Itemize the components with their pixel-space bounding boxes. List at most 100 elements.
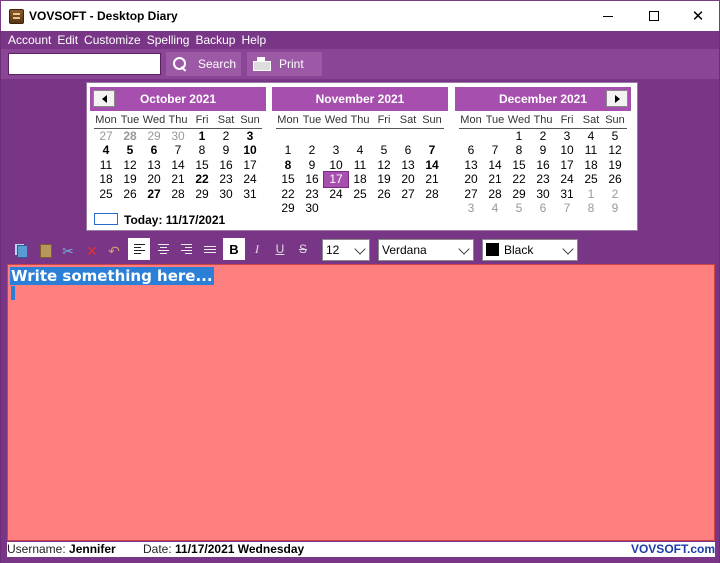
calendar-day[interactable]: 5: [372, 143, 396, 157]
calendar-day[interactable]: 16: [214, 158, 238, 172]
calendar-day[interactable]: 6: [459, 143, 483, 157]
calendar-day[interactable]: 24: [324, 187, 348, 201]
calendar-day[interactable]: 22: [507, 172, 531, 186]
calendar-day[interactable]: 5: [507, 201, 531, 215]
menu-edit[interactable]: Edit: [54, 33, 81, 49]
calendar-day[interactable]: 6: [531, 201, 555, 215]
calendar-day[interactable]: 30: [531, 187, 555, 201]
calendar-day[interactable]: 9: [300, 158, 324, 172]
calendar-day[interactable]: 10: [238, 143, 262, 157]
calendar-day[interactable]: 13: [396, 158, 420, 172]
calendar-day[interactable]: 29: [276, 201, 300, 215]
calendar-day[interactable]: 7: [166, 143, 190, 157]
search-input[interactable]: [8, 53, 161, 75]
close-button[interactable]: ✕: [675, 1, 720, 31]
calendar-day[interactable]: 23: [531, 172, 555, 186]
calendar-day[interactable]: 4: [483, 201, 507, 215]
calendar-day[interactable]: 7: [555, 201, 579, 215]
calendar-day[interactable]: 14: [166, 158, 190, 172]
search-button[interactable]: Search: [166, 52, 241, 76]
calendar-day[interactable]: 30: [214, 187, 238, 201]
calendar-day[interactable]: 31: [238, 187, 262, 201]
calendar-day[interactable]: 25: [579, 172, 603, 186]
calendar-day[interactable]: 11: [94, 158, 118, 172]
calendar-day[interactable]: 19: [118, 172, 142, 186]
vovsoft-link[interactable]: VOVSOFT.com: [631, 542, 715, 557]
calendar-day[interactable]: 8: [276, 158, 300, 172]
font-size-select[interactable]: 12: [322, 239, 370, 261]
calendar-day[interactable]: 29: [507, 187, 531, 201]
calendar-day[interactable]: 22: [190, 172, 214, 186]
align-left-button[interactable]: [128, 238, 150, 260]
calendar-day[interactable]: 4: [94, 143, 118, 157]
calendar-day[interactable]: 14: [420, 158, 444, 172]
calendar-day[interactable]: 3: [324, 143, 348, 157]
calendar-day[interactable]: 2: [603, 187, 627, 201]
bullet-list-button[interactable]: [199, 238, 221, 260]
calendar-day[interactable]: 10: [324, 158, 348, 172]
minimize-button[interactable]: [585, 1, 631, 31]
calendar-day[interactable]: 4: [348, 143, 372, 157]
next-month-button[interactable]: [606, 90, 628, 107]
calendar-day[interactable]: 3: [238, 129, 262, 143]
calendar-day[interactable]: 18: [348, 172, 372, 186]
calendar-day[interactable]: 8: [190, 143, 214, 157]
copy-icon[interactable]: [13, 242, 31, 260]
calendar-day[interactable]: 25: [94, 187, 118, 201]
calendar-day[interactable]: 6: [396, 143, 420, 157]
diary-editor[interactable]: Write something here...: [7, 264, 715, 541]
calendar-day[interactable]: 29: [142, 129, 166, 143]
calendar-day[interactable]: 19: [372, 172, 396, 186]
calendar-day[interactable]: 28: [483, 187, 507, 201]
calendar-day[interactable]: 21: [166, 172, 190, 186]
calendar-day[interactable]: 27: [142, 187, 166, 201]
today-link[interactable]: Today: 11/17/2021: [124, 213, 225, 227]
delete-button[interactable]: ✕: [83, 242, 101, 260]
calendar-day[interactable]: 15: [507, 158, 531, 172]
calendar-day[interactable]: 6: [142, 143, 166, 157]
calendar-day[interactable]: 27: [94, 129, 118, 143]
calendar-day[interactable]: 27: [396, 187, 420, 201]
maximize-button[interactable]: [631, 1, 677, 31]
menu-backup[interactable]: Backup: [192, 33, 238, 49]
calendar-day[interactable]: 16: [531, 158, 555, 172]
calendar-day[interactable]: 14: [483, 158, 507, 172]
calendar-day[interactable]: 27: [459, 187, 483, 201]
calendar-day[interactable]: 26: [372, 187, 396, 201]
calendar-day[interactable]: 4: [579, 129, 603, 143]
calendar-day[interactable]: 11: [579, 143, 603, 157]
align-right-button[interactable]: [175, 238, 197, 260]
italic-button[interactable]: I: [246, 238, 268, 260]
calendar-day[interactable]: 28: [166, 187, 190, 201]
calendar-day[interactable]: 7: [483, 143, 507, 157]
calendar-day[interactable]: 22: [276, 187, 300, 201]
calendar-day[interactable]: 13: [459, 158, 483, 172]
calendar-day[interactable]: 12: [603, 143, 627, 157]
calendar-day[interactable]: 3: [555, 129, 579, 143]
calendar-day[interactable]: 23: [300, 187, 324, 201]
calendar-day[interactable]: 2: [531, 129, 555, 143]
calendar-day[interactable]: 21: [483, 172, 507, 186]
today-marker[interactable]: [94, 213, 118, 225]
calendar-day[interactable]: 18: [579, 158, 603, 172]
underline-button[interactable]: U: [269, 238, 291, 260]
calendar-day[interactable]: 9: [531, 143, 555, 157]
calendar-day[interactable]: 13: [142, 158, 166, 172]
calendar-day[interactable]: 16: [300, 172, 324, 186]
calendar-day[interactable]: 20: [396, 172, 420, 186]
calendar-day[interactable]: 9: [603, 201, 627, 215]
calendar-day[interactable]: 20: [142, 172, 166, 186]
menu-account[interactable]: Account: [5, 33, 54, 49]
calendar-day[interactable]: 18: [94, 172, 118, 186]
previous-month-button[interactable]: [93, 90, 115, 107]
calendar-day[interactable]: 31: [555, 187, 579, 201]
paste-icon[interactable]: [37, 242, 55, 260]
calendar-day[interactable]: 30: [300, 201, 324, 215]
calendar-day[interactable]: 12: [118, 158, 142, 172]
calendar-day[interactable]: 28: [118, 129, 142, 143]
calendar-day[interactable]: 30: [166, 129, 190, 143]
calendar-day[interactable]: 8: [507, 143, 531, 157]
calendar-day[interactable]: 11: [348, 158, 372, 172]
calendar-day[interactable]: 17: [323, 171, 349, 188]
calendar-day[interactable]: 19: [603, 158, 627, 172]
